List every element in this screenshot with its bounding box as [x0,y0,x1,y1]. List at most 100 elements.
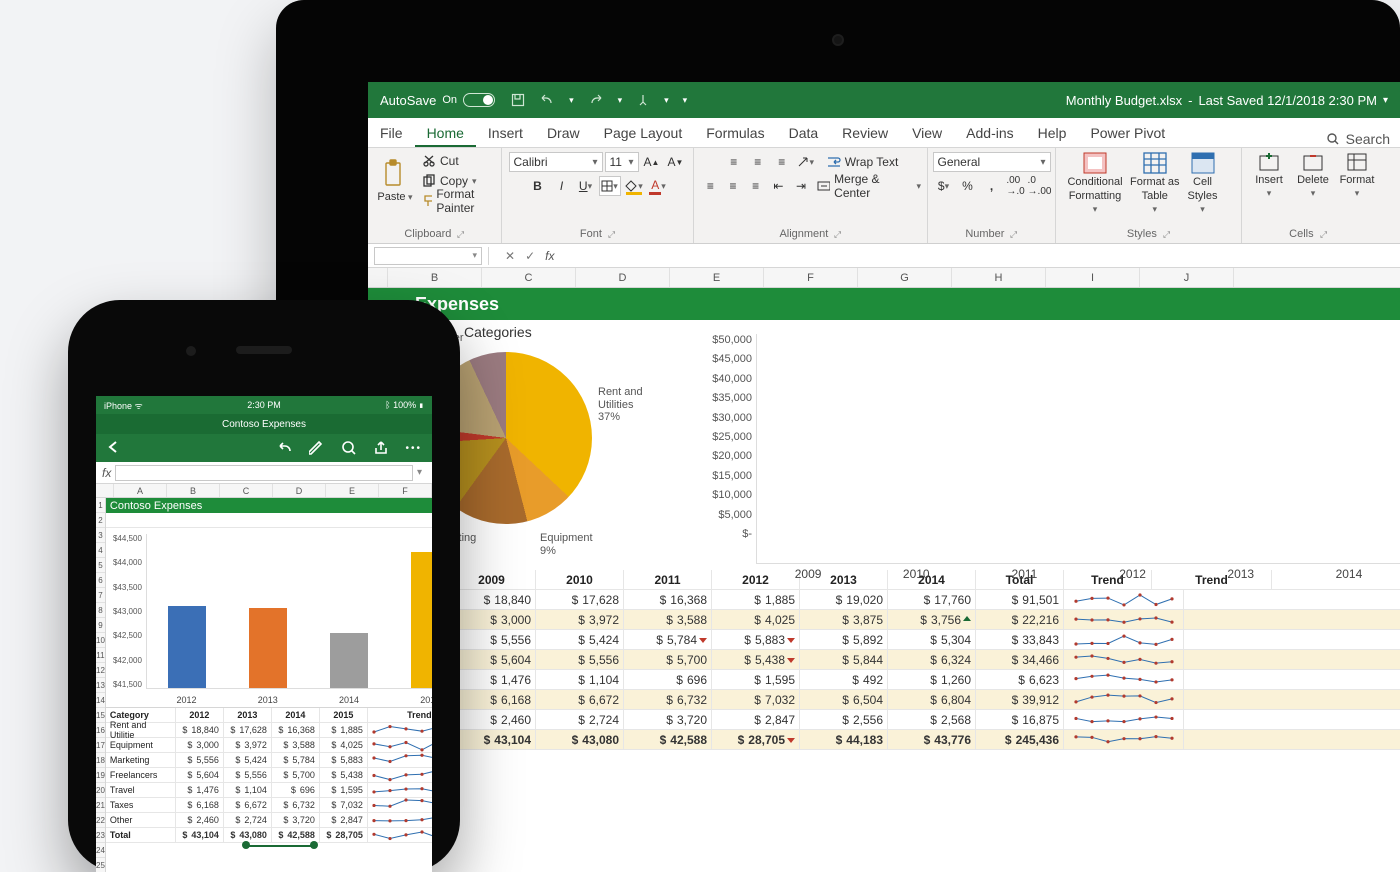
table-cell[interactable]: 5,304 [888,630,976,649]
tab-home[interactable]: Home [415,121,476,147]
tab-help[interactable]: Help [1026,121,1079,147]
enter-formula-icon[interactable]: ✓ [525,249,535,263]
pen-icon[interactable] [309,440,325,456]
table-cell[interactable]: 5,604 [448,650,536,669]
trend-cell[interactable] [1064,670,1184,689]
table-cell[interactable]: 44,183 [800,730,888,749]
row-number[interactable]: 15 [96,708,105,723]
cell-styles-button[interactable]: CellStyles [1182,152,1224,215]
paste-button[interactable]: Paste [374,159,416,203]
p-table-row[interactable]: Freelancers5,6045,5565,7005,438 [106,768,432,783]
row-number[interactable]: 24 [96,843,105,858]
column-headers[interactable]: B C D E F G H I J [368,268,1400,288]
table-cell[interactable]: 2,460 [448,710,536,729]
table-cell[interactable]: 6,504 [800,690,888,709]
table-cell[interactable]: 5,700 [624,650,712,669]
formula-dropdown[interactable]: ▾ [413,467,426,478]
row-number[interactable]: 8 [96,603,105,618]
qat-customize[interactable]: ▾ [683,95,688,106]
row-number[interactable]: 3 [96,528,105,543]
decrease-font-button[interactable]: A▼ [665,152,687,172]
table-cell[interactable]: 16,875 [976,710,1064,729]
insert-cells-button[interactable]: Insert [1248,152,1290,199]
save-icon[interactable] [511,93,525,107]
phone-row-headers[interactable]: 1234567891011121314151617181920212223242… [96,498,106,872]
selection-handle-dot2[interactable] [310,841,318,849]
cancel-formula-icon[interactable]: ✕ [505,249,515,263]
row-number[interactable]: 21 [96,798,105,813]
comma-button[interactable]: , [981,176,1003,196]
table-cell[interactable]: 1,104 [536,670,624,689]
table-cell[interactable]: 22,216 [976,610,1064,629]
table-cell[interactable]: 3,875 [800,610,888,629]
align-right-button[interactable]: ≡ [745,176,766,196]
format-cells-button[interactable]: Format [1336,152,1378,199]
selection-handle[interactable] [246,845,312,847]
col-F[interactable]: F [764,268,858,287]
trend-cell[interactable] [1064,730,1184,749]
table-cell[interactable]: 42,588 [624,730,712,749]
row-number[interactable]: 23 [96,828,105,843]
align-bottom-button[interactable]: ≡ [771,152,793,172]
p-table-row[interactable]: Taxes6,1686,6726,7327,032 [106,798,432,813]
trend-cell[interactable] [1064,650,1184,669]
col-header[interactable]: 2010 [536,570,624,589]
increase-decimal-button[interactable]: .00→.0 [1005,176,1027,196]
redo-icon[interactable] [588,93,604,107]
table-cell[interactable]: 5,844 [800,650,888,669]
number-format-select[interactable]: General [933,152,1051,172]
phone-content[interactable]: Contoso Expenses $44,500$44,000$43,500$4… [106,498,432,872]
row-number[interactable]: 11 [96,648,105,663]
trend-cell[interactable] [1064,590,1184,609]
tell-me-search[interactable]: Search [1316,131,1400,147]
wrap-text-button[interactable]: Wrap Text [827,153,899,171]
table-cell[interactable]: 34,466 [976,650,1064,669]
touch-dropdown[interactable]: ▾ [664,95,669,106]
table-row[interactable]: Utilities18,84017,62816,3681,88519,02017… [368,590,1400,610]
table-row[interactable]: 6,1686,6726,7327,0326,5046,80439,912 [368,690,1400,710]
tab-draw[interactable]: Draw [535,121,592,147]
table-cell[interactable]: 43,080 [536,730,624,749]
font-name-select[interactable]: Calibri [509,152,603,172]
col-G[interactable]: G [858,268,952,287]
align-middle-button[interactable]: ≡ [747,152,769,172]
table-cell[interactable]: 3,000 [448,610,536,629]
tab-page-layout[interactable]: Page Layout [592,121,695,147]
cut-button[interactable]: Cut [422,152,495,170]
table-cell[interactable]: 6,324 [888,650,976,669]
table-cell[interactable]: 492 [800,670,888,689]
table-row[interactable]: 43,10443,08042,58828,70544,18343,776245,… [368,730,1400,750]
table-cell[interactable]: 6,672 [536,690,624,709]
p-table-row[interactable]: Marketing5,5565,4245,7845,883 [106,753,432,768]
col-B[interactable]: B [388,268,482,287]
pcol-B[interactable]: B [167,484,220,497]
row-number[interactable]: 25 [96,858,105,872]
p-table-row[interactable]: Travel1,4761,1046961,595 [106,783,432,798]
row-number[interactable]: 1 [96,498,105,513]
pcol-F[interactable]: F [379,484,432,497]
table-cell[interactable]: 19,020 [800,590,888,609]
pcol-A[interactable]: A [114,484,167,497]
row-number[interactable]: 6 [96,573,105,588]
table-cell[interactable]: 3,756 [888,610,976,629]
tab-addins[interactable]: Add-ins [954,121,1025,147]
format-painter-button[interactable]: Format Painter [422,192,495,210]
row-number[interactable]: 17 [96,738,105,753]
decrease-indent-button[interactable]: ⇤ [768,176,789,196]
table-cell[interactable]: 3,588 [624,610,712,629]
redo-dropdown[interactable]: ▾ [618,95,623,106]
row-number[interactable]: 4 [96,543,105,558]
p-table-row[interactable]: Other2,4602,7243,7202,847 [106,813,432,828]
table-cell[interactable]: 2,568 [888,710,976,729]
table-cell[interactable]: 6,804 [888,690,976,709]
table-cell[interactable]: 3,720 [624,710,712,729]
table-row[interactable]: 5,5565,4245,7845,8835,8925,30433,843 [368,630,1400,650]
row-number[interactable]: 14 [96,693,105,708]
trend-cell[interactable] [1064,610,1184,629]
table-cell[interactable]: 43,776 [888,730,976,749]
pcol-E[interactable]: E [326,484,379,497]
pcol-C[interactable]: C [220,484,273,497]
table-cell[interactable]: 17,760 [888,590,976,609]
data-table[interactable]: 200920102011201220132014TotalTrendTrend … [368,570,1400,750]
table-row[interactable]: s5,6045,5565,7005,4385,8446,32434,466 [368,650,1400,670]
